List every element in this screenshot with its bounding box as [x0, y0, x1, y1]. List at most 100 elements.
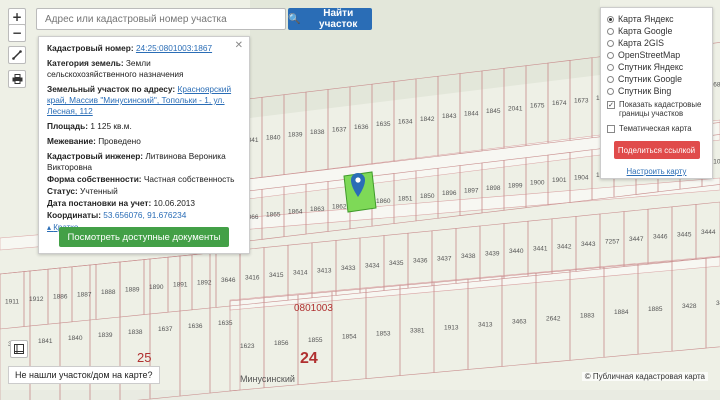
parcel-number: 1887	[77, 291, 92, 298]
not-found-button[interactable]: Не нашли участок/дом на карте?	[8, 366, 160, 384]
parcel-number: 3443	[581, 241, 596, 248]
parcel-number: 1844	[464, 111, 479, 118]
parcel-number: 1840	[68, 335, 83, 342]
radio-button[interactable]	[607, 75, 614, 83]
parcel-number: 1845	[486, 108, 501, 115]
parcel-number: 1851	[398, 196, 413, 203]
radio-button[interactable]	[607, 39, 614, 47]
parcel-number: 7257	[605, 239, 620, 246]
ruler-icon	[12, 50, 22, 60]
radio-button[interactable]	[607, 27, 614, 35]
parcel-number: 1673	[574, 97, 589, 104]
ownership-value: Частная собственность	[143, 174, 235, 184]
parcel-number: 1637	[158, 326, 173, 333]
parcel-number: 1913	[444, 325, 459, 332]
parcel-number: 1854	[342, 334, 357, 341]
print-button[interactable]	[8, 70, 26, 88]
parcel-number: 3463	[512, 318, 527, 325]
view-documents-button[interactable]: Посмотреть доступные документы	[59, 227, 229, 247]
parcel-number: 3445	[677, 231, 692, 238]
parcel-number: 1635	[218, 320, 233, 327]
area-label: Площадь:	[47, 121, 89, 131]
parcel-number: 1896	[442, 190, 457, 197]
parcel-number: 3444	[701, 229, 716, 236]
layer-option[interactable]: Спутник Яндекс	[607, 61, 706, 73]
layers-toggle-button[interactable]	[10, 340, 28, 358]
parcel-number: 1674	[552, 100, 567, 107]
chevron-up-icon: ▴	[47, 223, 52, 232]
share-link-button[interactable]: Поделиться ссылкой	[613, 141, 700, 159]
parcel-number: 1675	[530, 103, 545, 110]
parcel-number: 3413	[478, 321, 493, 328]
layer-option-label: Карта Яндекс	[618, 14, 674, 24]
parcel-number: 3441	[533, 246, 548, 253]
parcel-number: 1898	[486, 185, 501, 192]
big-number-24: 24	[300, 350, 318, 367]
printer-icon	[12, 74, 22, 84]
layer-option[interactable]: Карта Яндекс	[607, 13, 706, 25]
search-input[interactable]	[36, 8, 286, 30]
parcel-number: 3439	[485, 251, 500, 258]
ownership-label: Форма собственности:	[47, 174, 142, 184]
thematic-map-toggle[interactable]: Тематическая карта	[607, 124, 706, 133]
parcel-number: 1637	[332, 126, 347, 133]
parcel-number: 1888	[101, 289, 116, 296]
radio-button[interactable]	[607, 87, 614, 95]
bottom-strip	[0, 390, 720, 400]
parcel-number: 1864	[288, 209, 303, 216]
parcel-number: 1841	[38, 338, 53, 345]
reg-date-label: Дата постановки на учет:	[47, 198, 152, 208]
cadastral-number-link[interactable]: 24:25:0801003:1867	[136, 43, 212, 53]
address-label: Земельный участок по адресу:	[47, 84, 176, 94]
layer-options: Карта Яндекс Карта Google Карта 2GIS OpenSt…	[607, 13, 706, 97]
map-layers-panel: Карта Яндекс Карта Google Карта 2GIS OpenSt…	[600, 7, 713, 179]
thematic-map-label: Тематическая карта	[619, 124, 692, 133]
layer-option-label: Спутник Google	[618, 74, 682, 84]
close-icon[interactable]: ✕	[235, 40, 243, 51]
radio-button[interactable]	[607, 15, 614, 23]
ruler-tool-button[interactable]	[8, 46, 26, 64]
parcel-number: 3440	[509, 248, 524, 255]
layer-option-label: Карта Google	[618, 26, 673, 36]
layer-option[interactable]: Карта Google	[607, 25, 706, 37]
parcel-number: 1865	[266, 211, 281, 218]
parcel-number: 1850	[420, 193, 435, 200]
layer-option[interactable]: Спутник Bing	[607, 85, 706, 97]
street-label: Минусинский	[240, 374, 295, 384]
layer-option[interactable]: OpenStreetMap	[607, 49, 706, 61]
parcel-number: 3442	[557, 243, 572, 250]
engineer-label: Кадастровый инженер:	[47, 151, 144, 161]
parcel-number: 1897	[464, 188, 479, 195]
parcel-number: 1635	[376, 121, 391, 128]
coords-link[interactable]: 53.656076, 91.676234	[103, 210, 186, 220]
parcel-number: 1636	[354, 124, 369, 131]
map-settings-link[interactable]: Настроить карту	[607, 167, 706, 176]
cadastral-label: Кадастровый номер:	[47, 43, 134, 53]
layer-option[interactable]: Карта 2GIS	[607, 37, 706, 49]
zoom-out-button[interactable]: −	[8, 24, 26, 42]
status-value: Учтенный	[80, 186, 118, 196]
radio-button[interactable]	[607, 63, 614, 71]
parcel-number: 1856	[274, 340, 289, 347]
parcel-number: 1892	[197, 279, 212, 286]
search-button[interactable]: 🔍 Найти участок	[288, 8, 372, 30]
parcel-number: 1839	[98, 332, 113, 339]
search-button-label: Найти участок	[319, 8, 358, 30]
show-boundaries-toggle[interactable]: ✓ Показать кадастровые границы участков	[607, 100, 706, 118]
parcel-number: 1911	[5, 299, 19, 306]
parcel-number: 1863	[310, 206, 325, 213]
parcel-number: 2041	[508, 105, 523, 112]
radio-button[interactable]	[607, 51, 614, 59]
reg-date-value: 10.06.2013	[153, 198, 196, 208]
parcel-number: 1884	[614, 309, 629, 316]
parcel-number: 1889	[125, 287, 140, 294]
checkbox-checked[interactable]: ✓	[607, 101, 615, 109]
map-attribution: © Публичная кадастровая карта	[581, 372, 708, 381]
land-category-label: Категория земель:	[47, 58, 124, 68]
checkbox-unchecked[interactable]	[607, 125, 615, 133]
parcel-number: 3437	[437, 255, 452, 262]
layer-option[interactable]: Спутник Google	[607, 73, 706, 85]
parcel-number: 3646	[221, 277, 236, 284]
parcel-info-panel: ✕ Кадастровый номер: 24:25:0801003:1867 …	[38, 36, 250, 254]
parcel-number: 1886	[53, 294, 68, 301]
